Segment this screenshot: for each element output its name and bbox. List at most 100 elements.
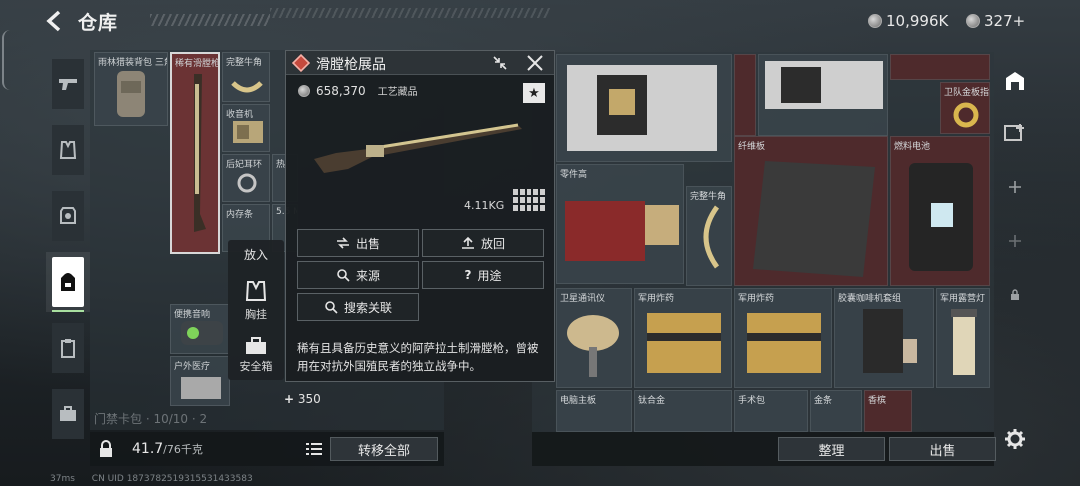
clipboard-icon — [61, 339, 75, 358]
vest-icon — [59, 141, 77, 159]
sort-button[interactable]: 整理 — [778, 437, 885, 461]
left-rail — [0, 0, 14, 486]
slot-label: 钛合金 — [638, 396, 666, 406]
server-item-icon — [765, 61, 883, 109]
favorite-star-button[interactable]: ★ — [523, 83, 545, 103]
context-menu-chest-rig[interactable]: 胸挂 — [228, 306, 284, 322]
slot-label: 户外医疗 — [174, 362, 211, 372]
musket-item-icon — [194, 74, 206, 232]
inventory-slot[interactable]: 收音机 — [222, 104, 270, 152]
plus-icon — [1009, 181, 1021, 193]
close-icon[interactable] — [526, 54, 544, 72]
storage-slot[interactable] — [556, 54, 732, 162]
carry-weight-max: /76千克 — [163, 443, 203, 456]
currency-secondary[interactable]: 327+ — [966, 10, 1025, 32]
nav-item-armor[interactable] — [46, 186, 90, 246]
storage-slot[interactable] — [734, 54, 756, 136]
storage-slot[interactable]: 军用炸药 — [734, 288, 832, 388]
item-price-value: 658,370 — [316, 83, 366, 98]
storage-slot[interactable]: 金条 — [810, 390, 862, 432]
armor-icon — [60, 207, 76, 224]
inventory-slot[interactable]: 雨林猎装背包 三角 — [94, 52, 168, 126]
slot-label: 雨林猎装背包 三角 — [98, 58, 168, 68]
slot-label: 军用炸药 — [738, 294, 775, 304]
selected-musket-slot[interactable]: 稀有滑膛枪 — [170, 52, 220, 254]
storage-slot[interactable]: 完整牛角 — [686, 186, 732, 286]
storage-slot[interactable]: 手术包 — [734, 390, 808, 432]
slot-label: 手术包 — [738, 396, 766, 406]
source-action-button[interactable]: 来源 — [297, 261, 419, 289]
uid-value: CN UID 1873782519315531433583 — [91, 474, 253, 484]
storage-slot[interactable]: 卫星通讯仪 — [556, 288, 632, 388]
collapse-icon[interactable] — [492, 55, 508, 71]
transfer-all-button[interactable]: 转移全部 — [330, 437, 438, 461]
add-tab-button[interactable] — [994, 216, 1036, 266]
currency-primary[interactable]: 10,996K — [868, 10, 948, 32]
chest-rig-icon[interactable] — [244, 280, 268, 302]
add-tab-button[interactable] — [994, 162, 1036, 212]
popup-header: 滑膛枪展品 — [286, 51, 554, 75]
nav-item-medical[interactable] — [46, 318, 90, 378]
inventory-slot[interactable]: 户外医疗 — [170, 356, 230, 406]
slot-label: 完整牛角 — [226, 58, 263, 68]
slot-label: 便携音响 — [174, 310, 211, 320]
item-description: 稀有且具备历史意义的阿萨拉土制滑膛枪，曾被用在对抗外国殖民者的独立战争中。 — [297, 341, 539, 373]
slot-label: 金条 — [814, 396, 833, 406]
storage-slot[interactable] — [758, 54, 888, 136]
return-action-button[interactable]: 放回 — [422, 229, 544, 257]
nav-item-backpack[interactable] — [46, 252, 90, 312]
nav-item-case[interactable] — [46, 384, 90, 444]
nav-item-weapons[interactable] — [46, 54, 90, 114]
slot-label: 零件高 — [560, 170, 588, 180]
sell-action-label: 出售 — [355, 236, 380, 251]
storage-slot[interactable]: 零件高 — [556, 164, 684, 284]
storage-tab-main[interactable] — [994, 56, 1036, 106]
lock-icon — [1011, 289, 1019, 300]
storage-slot[interactable]: 胶囊咖啡机套组 — [834, 288, 934, 388]
nav-item-vest[interactable] — [46, 120, 90, 180]
storage-slot[interactable]: 卫队金板指 — [940, 82, 990, 134]
item-weight: 4.11KG — [464, 199, 505, 212]
back-arrow-icon[interactable] — [44, 10, 66, 32]
lock-icon[interactable] — [98, 440, 114, 458]
slot-label: 卫队金板指 — [944, 88, 990, 98]
storage-slot[interactable]: 电脑主板 — [556, 390, 632, 432]
storage-slot[interactable] — [890, 54, 990, 80]
musket-image — [308, 113, 528, 183]
storage-slot[interactable]: 纤维板 — [734, 136, 888, 286]
item-size-grid-icon — [513, 189, 545, 211]
inventory-slot[interactable]: 便携音响 — [170, 304, 230, 354]
search-related-button[interactable]: 搜索关联 — [297, 293, 419, 321]
storage-slot[interactable]: 燃料电池 — [890, 136, 990, 286]
plus-icon: + — [284, 392, 295, 406]
context-menu-safe-box[interactable]: 安全箱 — [228, 358, 284, 374]
safe-box-icon[interactable] — [244, 336, 268, 356]
inventory-slot[interactable]: 完整牛角 — [222, 52, 270, 102]
inventory-slot[interactable]: 后妃耳环 — [222, 154, 270, 202]
currency-secondary-value: 327+ — [984, 12, 1026, 30]
sell-action-button[interactable]: 出售 — [297, 229, 419, 257]
page-title: 仓库 — [78, 12, 119, 34]
slot-label: 燃料电池 — [894, 142, 931, 152]
storage-slot[interactable]: 军用炸药 — [634, 288, 732, 388]
coin-icon — [966, 14, 980, 28]
usage-action-button[interactable]: ? 用途 — [422, 261, 544, 289]
plus-icon — [1009, 235, 1021, 247]
sell-button[interactable]: 出售 — [889, 437, 996, 461]
storage-tab-add[interactable] — [994, 108, 1036, 158]
pistol-icon — [59, 79, 77, 90]
slot-label: 完整牛角 — [690, 192, 727, 202]
coin-icon — [868, 14, 882, 28]
list-view-icon[interactable] — [304, 440, 324, 458]
search-related-label: 搜索关联 — [343, 300, 392, 315]
title-decoration — [270, 8, 550, 18]
storage-slot[interactable]: 香槟 — [864, 390, 912, 432]
fiberboard-item-icon — [753, 161, 875, 277]
gear-icon[interactable] — [1004, 428, 1026, 450]
slot-label: 卫星通讯仪 — [560, 294, 606, 304]
storage-slot[interactable]: 钛合金 — [634, 390, 732, 432]
question-icon: ? — [464, 268, 472, 282]
upload-icon — [461, 236, 474, 249]
storage-slot[interactable]: 军用露营灯 — [936, 288, 990, 388]
locked-tab[interactable] — [994, 270, 1036, 320]
